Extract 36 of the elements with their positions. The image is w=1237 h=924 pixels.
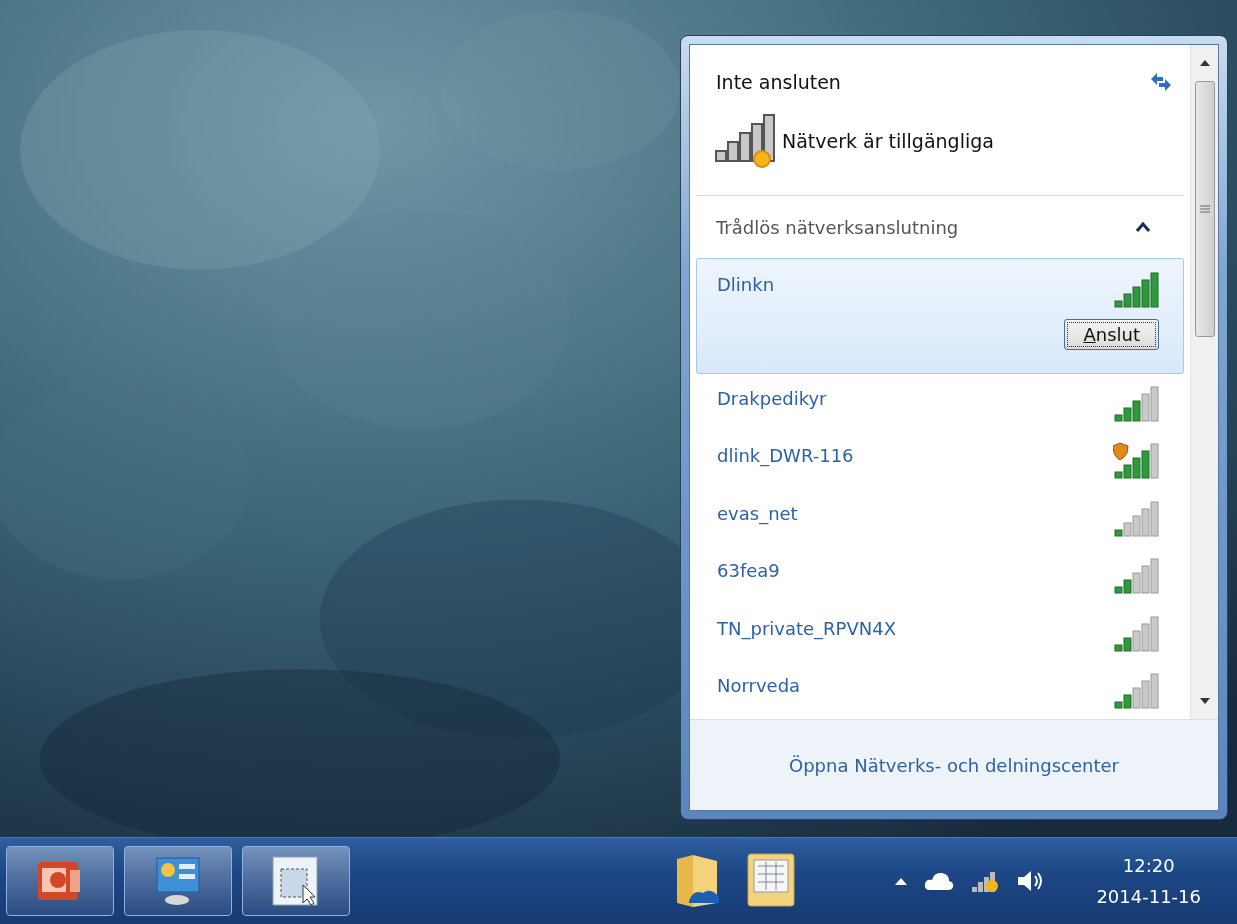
network-item[interactable]: Drakpedikyr (696, 373, 1184, 432)
taskbar-button[interactable] (6, 846, 114, 916)
network-center-link[interactable]: Öppna Nätverks- och delningscenter (789, 754, 1119, 776)
clock-date: 2014-11-16 (1096, 886, 1201, 907)
scrollbar[interactable] (1190, 45, 1218, 719)
scroll-up-icon[interactable] (1198, 59, 1211, 67)
section-title: Trådlös nätverksanslutning (716, 216, 959, 238)
network-item[interactable]: dlink_DWR-116 (696, 431, 1184, 489)
caret-icon[interactable] (1136, 222, 1150, 232)
status-message: Nätverk är tillgängliga (782, 130, 994, 152)
connect-button[interactable]: Anslut (1064, 319, 1159, 350)
taskbar-button[interactable] (124, 846, 232, 916)
clock-time: 12:20 (1122, 855, 1175, 876)
taskbar-button[interactable] (242, 846, 350, 916)
scroll-thumb[interactable] (1194, 81, 1215, 337)
network-item[interactable]: Dlinkn Anslut (696, 258, 1184, 374)
network-name: Norrveda (717, 674, 801, 699)
network-item[interactable]: 63fea9 (696, 546, 1184, 604)
signal-warning-icon (714, 111, 778, 171)
show-hidden-icons-icon[interactable] (894, 876, 909, 886)
network-name: TN_private_RPVN4X (717, 616, 897, 642)
network-item[interactable]: evas_net (696, 488, 1184, 547)
cloud-icon[interactable] (924, 870, 955, 892)
network-name: 63fea9 (717, 559, 780, 584)
connection-status: Inte ansluten (716, 71, 841, 93)
network-name: evas_net (717, 501, 798, 527)
scroll-down-icon[interactable] (1198, 697, 1211, 705)
network-name: Dlinkn (717, 273, 775, 297)
control-panel-icon (153, 856, 203, 906)
network-name: Drakpedikyr (717, 386, 827, 411)
network-name: dlink_DWR-116 (717, 444, 854, 469)
clock[interactable]: 12:20 2014-11-16 (1096, 855, 1201, 907)
grip-icon (1199, 204, 1210, 214)
network-item[interactable]: TN_private_RPVN4X (696, 603, 1184, 662)
snipping-tool-icon (271, 855, 321, 907)
network-item[interactable]: Norrveda (696, 661, 1184, 719)
